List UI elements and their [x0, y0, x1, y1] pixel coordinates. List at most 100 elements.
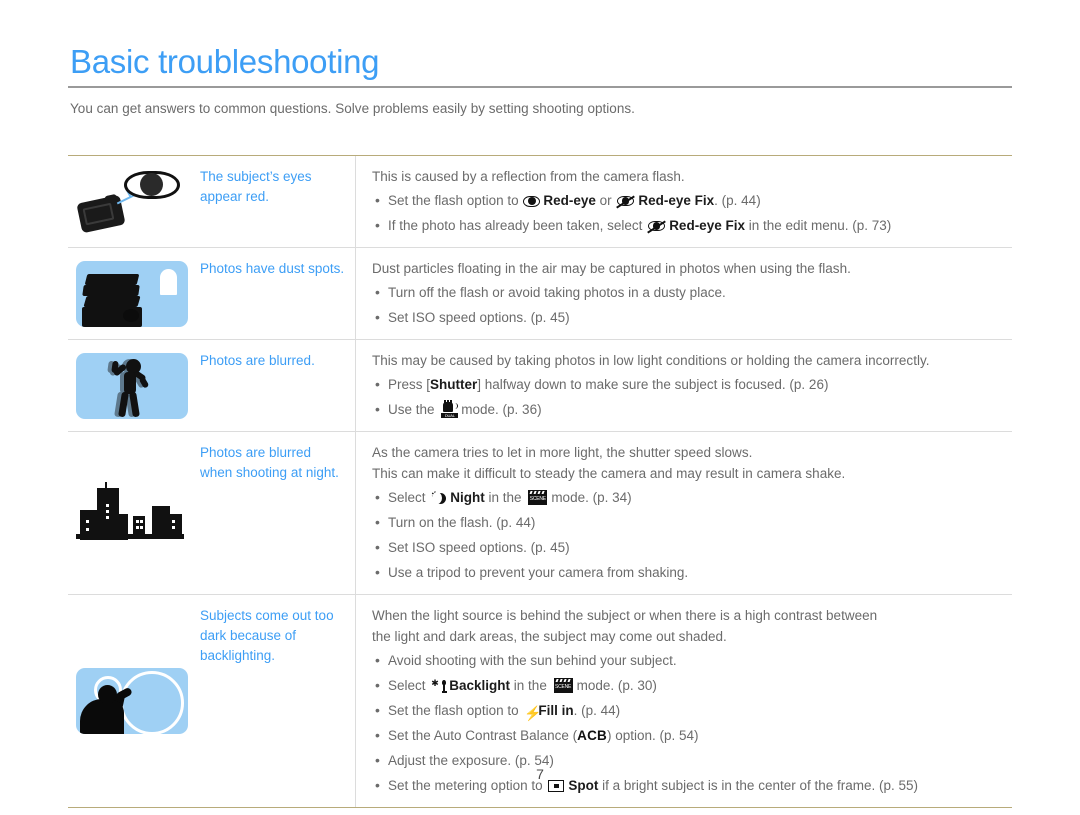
- book-shape: [82, 284, 140, 296]
- night-mode-icon: ✱: [431, 491, 447, 505]
- ground-shape: [76, 534, 184, 539]
- symptom-cell: Photos are blurred.: [196, 340, 356, 431]
- bullet-text-part: Red-eye: [543, 193, 596, 208]
- illustration-cell: [68, 156, 196, 247]
- bullet-text-part: . (p. 44): [573, 703, 621, 718]
- camera-body-shape: [76, 194, 126, 233]
- list-item: Set the flash option to ⚡Fill in. (p. 44…: [372, 700, 1008, 721]
- list-item: Turn on the flash. (p. 44): [372, 512, 1008, 533]
- table-row: Photos are blurred when shooting at nigh…: [68, 432, 1012, 595]
- symptom-cell: Photos have dust spots.: [196, 248, 356, 339]
- solution-lead: This is caused by a reflection from the …: [372, 169, 685, 184]
- list-item: Set ISO speed options. (p. 45): [372, 307, 1008, 328]
- dual-is-icon: DUAL: [441, 400, 459, 418]
- bullet-text-part: Set the flash option to: [388, 193, 523, 208]
- bullet-text-part: in the: [510, 678, 551, 693]
- symptom-cell: Photos are blurred when shooting at nigh…: [196, 432, 356, 594]
- page-title: Basic troubleshooting: [70, 43, 380, 80]
- blurred-person-illustration: [76, 352, 188, 419]
- red-eye-icon: [523, 196, 541, 207]
- backlighting-photographer-illustration: [76, 668, 188, 734]
- bullet-text-part: mode. (p. 34): [551, 490, 632, 505]
- solution-cell: As the camera tries to let in more light…: [356, 432, 1012, 594]
- list-item: Set the flash option to Red-eye or Red-e…: [372, 190, 1008, 211]
- backlight-icon: ✱: [431, 679, 447, 693]
- light-ring-large: [120, 671, 184, 734]
- bullet-text-part: Red-eye Fix: [638, 193, 715, 208]
- bullet-text-part: in the edit menu. (p. 73): [744, 218, 892, 233]
- list-item: If the photo has already been taken, sel…: [372, 215, 1008, 236]
- page-number: 7: [536, 766, 544, 782]
- dust-blob: [123, 308, 139, 322]
- solution-lead: This can make it difficult to steady the…: [372, 466, 846, 481]
- bullet-text-part: Backlight: [449, 678, 511, 693]
- bullet-text-part: in the: [484, 490, 526, 505]
- dust-spots-books-illustration: [76, 260, 188, 327]
- fill-in-flash-icon: ⚡: [524, 705, 542, 721]
- solution-lead: This may be caused by taking photos in l…: [372, 353, 930, 368]
- solution-lead: As the camera tries to let in more light…: [372, 445, 753, 460]
- title-divider: [68, 86, 1012, 88]
- table-row: Photos have dust spots. Dust particles f…: [68, 248, 1012, 340]
- red-eye-fix-icon: [616, 195, 636, 209]
- bullet-text-part: . (p. 44): [714, 193, 761, 208]
- bullet-text-part: Select: [388, 490, 430, 505]
- solution-lead: When the light source is behind the subj…: [372, 608, 878, 623]
- list-item: Select ✱Backlight in the SCENEmode. (p. …: [372, 675, 1008, 696]
- solution-bullets: Select ✱Night in the SCENEmode. (p. 34) …: [372, 487, 1008, 583]
- solution-lead: the light and dark areas, the subject ma…: [372, 629, 727, 644]
- bullet-text-part: mode. (p. 30): [576, 678, 657, 693]
- page-intro: You can get answers to common questions.…: [70, 101, 635, 116]
- night-city-skyline-illustration: [76, 480, 188, 546]
- bullet-text-part: Use the: [388, 402, 439, 417]
- table-row: The subject’s eyes appear red. This is c…: [68, 156, 1012, 248]
- solution-cell: This may be caused by taking photos in l…: [356, 340, 1012, 431]
- bullet-text-part: Set the flash option to: [388, 703, 523, 718]
- eye-iris: [140, 172, 163, 196]
- acb-label: ACB: [577, 728, 607, 743]
- symptom-cell: The subject’s eyes appear red.: [196, 156, 356, 247]
- troubleshooting-table: The subject’s eyes appear red. This is c…: [68, 155, 1012, 808]
- solution-lead: Dust particles floating in the air may b…: [372, 261, 851, 276]
- page-content: Basic troubleshooting You can get answer…: [68, 42, 1012, 808]
- eye-shape: [124, 170, 180, 199]
- bullet-text-part: If the photo has already been taken, sel…: [388, 218, 647, 233]
- solution-cell: This is caused by a reflection from the …: [356, 156, 1012, 247]
- list-item: Avoid shooting with the sun behind your …: [372, 650, 1008, 671]
- solution-cell: Dust particles floating in the air may b…: [356, 248, 1012, 339]
- illustration-cell: [68, 340, 196, 431]
- bullet-text-part: ) option. (p. 54): [606, 728, 699, 743]
- body-shape: [80, 699, 124, 734]
- scene-mode-icon: SCENE: [528, 490, 548, 505]
- scene-mode-icon: SCENE: [553, 678, 573, 693]
- book-shape: [83, 295, 141, 307]
- bullet-text-part: Set the Auto Contrast Balance (: [388, 728, 578, 743]
- solution-bullets: Set the flash option to Red-eye or Red-e…: [372, 190, 1008, 236]
- head-shape: [98, 685, 117, 704]
- solution-bullets: Press [Shutter] halfway down to make sur…: [372, 374, 1008, 420]
- bullet-text-part: Fill in: [538, 703, 574, 718]
- list-item: Press [Shutter] halfway down to make sur…: [372, 374, 1008, 395]
- list-item: Set the Auto Contrast Balance (ACB) opti…: [372, 725, 1008, 746]
- solution-bullets: Turn off the flash or avoid taking photo…: [372, 282, 1008, 328]
- manual-page: Basic troubleshooting You can get answer…: [0, 0, 1080, 815]
- white-arch-shape: [160, 268, 177, 295]
- illustration-cell: [68, 432, 196, 594]
- shutter-key-label: Shutter: [430, 377, 478, 392]
- bullet-text-part: or: [595, 193, 616, 208]
- table-row: Photos are blurred. This may be caused b…: [68, 340, 1012, 432]
- bullet-text-part: ] halfway down to make sure the subject …: [477, 377, 829, 392]
- bullet-text-part: Press [: [388, 377, 431, 392]
- camera-flash-red-eye-illustration: [76, 169, 188, 235]
- bullet-text-part: Night: [450, 490, 485, 505]
- list-item: Use a tripod to prevent your camera from…: [372, 562, 1008, 583]
- bullet-text-part: Select: [388, 678, 430, 693]
- bullet-text-part: mode. (p. 36): [461, 402, 542, 417]
- bullet-text-part: Red-eye Fix: [669, 218, 745, 233]
- red-eye-fix-icon: [647, 220, 667, 234]
- list-item: Set ISO speed options. (p. 45): [372, 537, 1008, 558]
- book-shape: [84, 273, 140, 285]
- illustration-cell: [68, 248, 196, 339]
- list-item: Use the DUALmode. (p. 36): [372, 399, 1008, 420]
- list-item: Select ✱Night in the SCENEmode. (p. 34): [372, 487, 1008, 508]
